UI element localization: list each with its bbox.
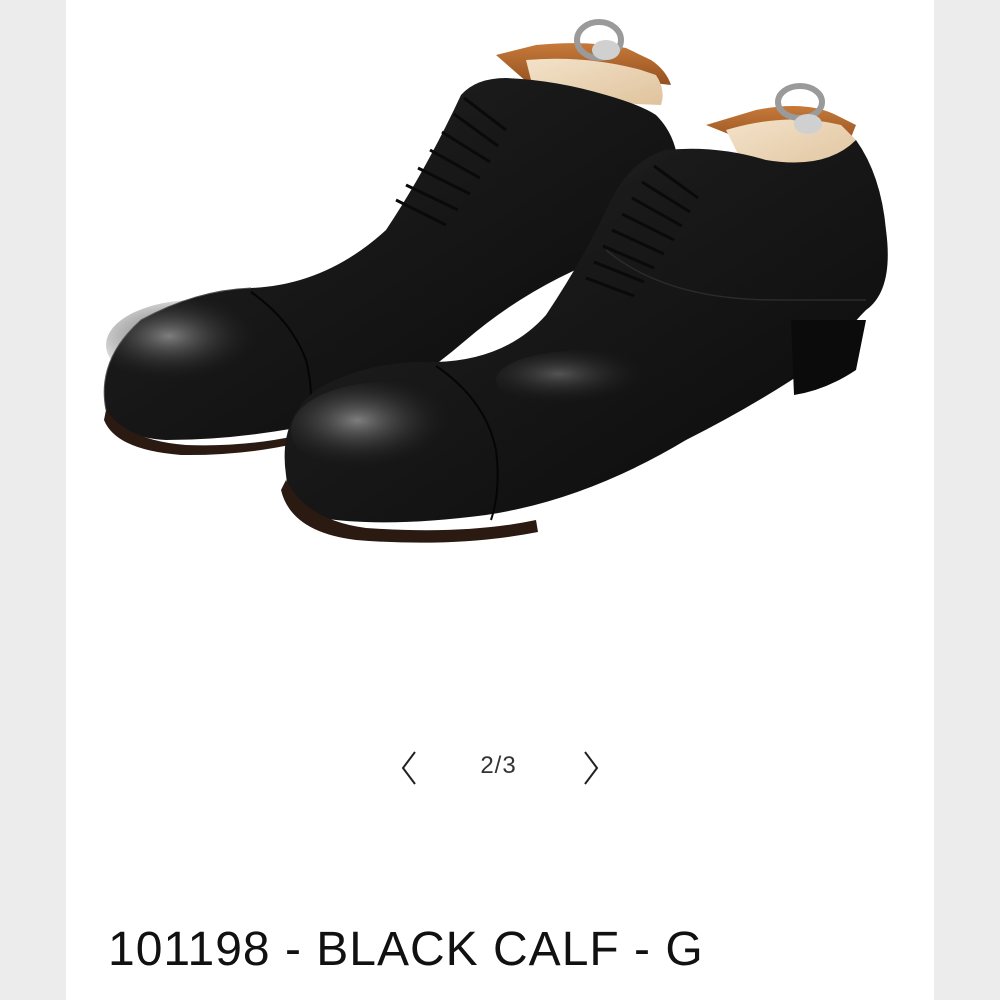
chevron-right-icon xyxy=(584,751,599,785)
image-counter: 2/3 xyxy=(480,752,517,779)
image-pager: 2/3 xyxy=(66,742,934,792)
right-margin xyxy=(934,0,1000,1000)
product-title: 101198 - BLACK CALF - G xyxy=(108,923,704,976)
previous-image-button[interactable] xyxy=(393,748,427,788)
product-page: 2/3 101198 - BLACK CALF - G xyxy=(66,0,934,1000)
left-margin xyxy=(0,0,66,1000)
next-image-button[interactable] xyxy=(573,748,607,788)
shoe-tree-knob-left xyxy=(574,19,624,61)
product-image[interactable] xyxy=(66,0,934,580)
screen: 2/3 101198 - BLACK CALF - G xyxy=(0,0,1000,1000)
chevron-left-icon xyxy=(401,751,416,785)
